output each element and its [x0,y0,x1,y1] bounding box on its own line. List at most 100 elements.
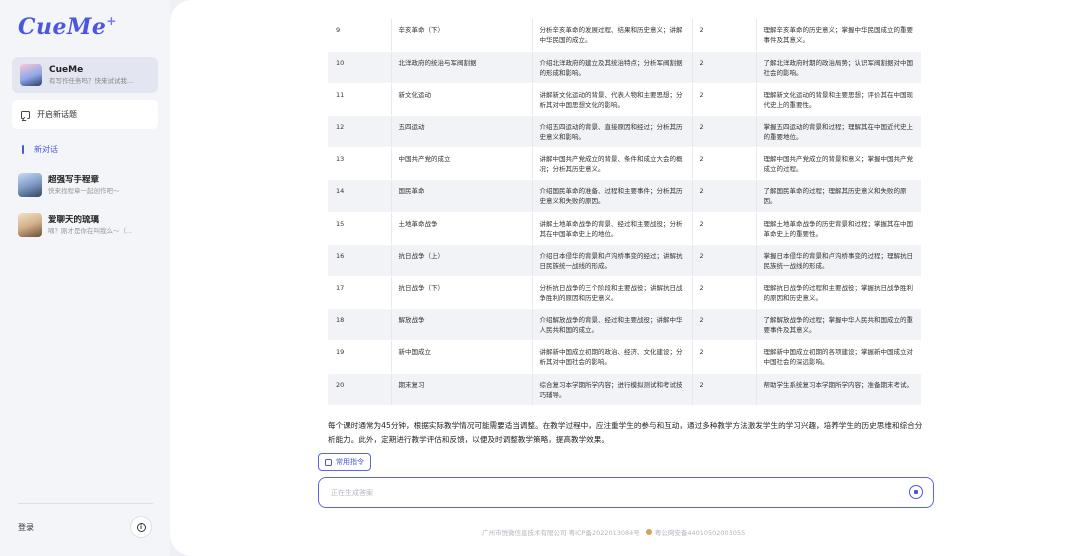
logo-plus-mark: + [106,14,117,28]
table-row: 10 北洋政府的统治与军阀割据 介绍北洋政府的建立及其统治特点；分析军阀割据的形成和… [328,51,921,84]
lesson-goal-cell: 理解中国共产党成立的背景和意义；掌握中国共产党成立的过程。 [755,147,921,181]
main-panel: 9 辛亥革命（下） 分析辛亥革命的发展过程、结果和历史意义；讲解中华民国的成立。 2 理… [170,0,1080,556]
lesson-number-cell: 15 [328,212,391,245]
lesson-hours-cell: 2 [691,340,756,374]
login-link[interactable]: 登录 [18,522,34,533]
message-composer[interactable] [318,477,934,508]
stop-generating-button[interactable] [909,485,923,499]
lesson-title-cell: 北洋政府的统治与军阀割据 [390,51,532,84]
chat-list-item[interactable]: 超强写手程章 快来找程章一起创作吧～ [18,172,163,198]
sidebar: CueMe+ CueMe 有写作任务吗？快来试试我... 开启新话题 新对话 超… [0,0,170,556]
lesson-number-cell: 14 [328,179,391,213]
lesson-number-cell: 9 [328,19,391,52]
lesson-title-cell: 抗日战争（下） [390,276,532,310]
table-row: 19 新中国成立 讲解新中国成立初期的政治、经济、文化建设；分析其对中国社会的影响。… [328,340,921,374]
lesson-hours-cell: 2 [691,308,756,342]
lesson-content-cell: 分析辛亥革命的发展过程、结果和历史意义；讲解中华民国的成立。 [531,19,692,52]
lesson-content-cell: 介绍五四运动的背景、直接原因和经过；分析其历史意义和影响。 [531,115,692,149]
lesson-content-cell: 讲解新中国成立初期的政治、经济、文化建设；分析其对中国社会的影响。 [531,340,692,374]
table-row: 16 抗日战争（上） 介绍日本侵华的背景和卢沟桥事变的经过；讲解抗日民族统一战线的形… [328,244,921,278]
lesson-title-cell: 期末复习 [390,373,532,406]
lesson-hours-cell: 2 [691,179,756,213]
lesson-hours-cell: 2 [691,276,756,310]
new-topic-button[interactable]: 开启新话题 [12,100,158,129]
bot-subtitle: 有写作任务吗？快来试试我... [49,76,134,85]
lesson-content-cell: 介绍北洋政府的建立及其统治特点；分析军阀割据的形成和影响。 [531,51,692,84]
lesson-goal-cell: 了解北洋政府时期的政治局势；认识军阀割据对中国社会的影响。 [755,51,921,84]
lesson-number-cell: 13 [328,147,391,181]
lesson-content-cell: 介绍日本侵华的背景和卢沟桥事变的经过；讲解抗日民族统一战线的形成。 [531,244,692,278]
lesson-number-cell: 17 [328,276,391,310]
table-row: 12 五四运动 介绍五四运动的背景、直接原因和经过；分析其历史意义和影响。 2 掌握五四… [328,115,921,149]
new-chat-item[interactable]: 新对话 [22,144,58,155]
lesson-hours-cell: 2 [691,83,756,117]
chat-bubble-icon [21,110,30,119]
lesson-hours-cell: 2 [691,115,756,149]
lesson-number-cell: 16 [328,244,391,278]
chat-avatar [18,173,42,197]
lesson-goal-cell: 理解辛亥革命的历史意义；掌握中华民国成立的重要事件及其意义。 [755,19,921,52]
current-bot-card[interactable]: CueMe 有写作任务吗？快来试试我... [12,57,158,93]
lesson-goal-cell: 理解新文化运动的背景和主要思想；评价其在中国现代史上的重要性。 [755,83,921,117]
bot-name: CueMe [49,64,84,75]
table-row: 20 期末复习 综合复习本学期所学内容；进行模拟测试和考试技巧辅导。 2 帮助学生系统复… [328,373,921,406]
lesson-goal-cell: 理解抗日战争的过程和主要战役；掌握抗日战争胜利的原因和历史意义。 [755,276,921,310]
footer-company: 广州市悦微信息技术有限公司 [482,529,567,537]
lesson-goal-cell: 理解土地革命战争的历史背景和过程；掌握其在中国革命史上的重要性。 [755,212,921,245]
table-row: 14 国民革命 介绍国民革命的准备、过程和主要事件；分析其历史意义和失败的原因。 2 了… [328,179,921,213]
table-row: 18 解放战争 介绍解放战争的背景、经过和主要战役；讲解中华人民共和国的成立。 2 了解… [328,308,921,342]
lesson-title-cell: 抗日战争（上） [390,244,532,278]
lesson-title-cell: 辛亥革命（下） [390,19,532,52]
lesson-number-cell: 12 [328,115,391,149]
new-topic-label: 开启新话题 [37,110,77,119]
chat-avatar [18,213,42,237]
lesson-goal-cell: 了解国民革命的过程；理解其历史意义和失败的原因。 [755,179,921,213]
lesson-title-cell: 新文化运动 [390,83,532,117]
table-row: 15 土地革命战争 讲解土地革命战争的背景、经过和主要战役；分析其在中国革命史上的地… [328,212,921,245]
lesson-hours-cell: 2 [691,147,756,181]
lesson-content-cell: 讲解新文化运动的背景、代表人物和主要思想；分析其对中国思想文化的影响。 [531,83,692,117]
chat-name: 爱聊天的琉璃 [48,214,100,225]
lesson-number-cell: 20 [328,373,391,406]
lesson-number-cell: 11 [328,83,391,117]
lesson-number-cell: 10 [328,51,391,84]
footer-police[interactable]: 粤公网安备44010502003055 [655,527,745,537]
lesson-goal-cell: 掌握五四运动的背景和过程；理解其在中国近代史上的重要地位。 [755,115,921,149]
common-commands-button[interactable]: 常用指令 [318,453,371,471]
stop-icon [914,490,918,494]
chat-name: 超强写手程章 [48,174,100,185]
table-row: 13 中国共产党的成立 讲解中国共产党成立的背景、条件和成立大会的概况；分析其历史意… [328,147,921,181]
chat-list-item[interactable]: 爱聊天的琉璃 嘀？刚才是你在叫我么～（... [18,212,163,238]
syllabus-table: 9 辛亥革命（下） 分析辛亥革命的发展过程、结果和历史意义；讲解中华民国的成立。 2 理… [328,19,921,406]
lesson-content-cell: 讲解中国共产党成立的背景、条件和成立大会的概况；分析其历史意义。 [531,147,692,181]
lesson-title-cell: 国民革命 [390,179,532,213]
lesson-content-cell: 介绍国民革命的准备、过程和主要事件；分析其历史意义和失败的原因。 [531,179,692,213]
lesson-title-cell: 土地革命战争 [390,212,532,245]
lesson-hours-cell: 2 [691,373,756,406]
lesson-hours-cell: 2 [691,19,756,52]
lesson-goal-cell: 帮助学生系统复习本学期所学内容；准备期末考试。 [755,373,921,406]
lesson-content-cell: 分析抗日战争的三个阶段和主要战役；讲解抗日战争胜利的原因和历史意义。 [531,276,692,310]
lesson-content-cell: 讲解土地革命战争的背景、经过和主要战役；分析其在中国革命史上的地位。 [531,212,692,245]
table-row: 9 辛亥革命（下） 分析辛亥革命的发展过程、结果和历史意义；讲解中华民国的成立。 2 理… [328,19,921,52]
police-badge-icon [645,529,652,535]
app-logo-text: CueMe [18,14,107,40]
command-icon [325,458,332,466]
new-chat-label: 新对话 [34,145,58,154]
lesson-goal-cell: 了解解放战争的过程；掌握中华人民共和国成立的重要事件及其意义。 [755,308,921,342]
footer-icp[interactable]: 粤ICP备2022013084号 [569,527,640,537]
chat-subtitle: 快来找程章一起创作吧～ [48,186,120,195]
message-input[interactable] [331,486,891,500]
footer: 广州市悦微信息技术有限公司 粤ICP备2022013084号 粤公网安备4401… [482,527,745,537]
table-row: 17 抗日战争（下） 分析抗日战争的三个阶段和主要战役；讲解抗日战争胜利的原因和历史… [328,276,921,310]
lesson-hours-cell: 2 [691,244,756,278]
lesson-goal-cell: 理解新中国成立初期的各项建设；掌握新中国成立对中国社会的深远影响。 [755,340,921,374]
app-logo[interactable]: CueMe+ [18,14,117,40]
info-button[interactable]: i [130,516,152,538]
lesson-hours-cell: 2 [691,212,756,245]
chat-subtitle: 嘀？刚才是你在叫我么～（... [48,226,133,235]
info-icon: i [136,522,146,532]
lesson-title-cell: 解放战争 [390,308,532,342]
lesson-number-cell: 18 [328,308,391,342]
common-commands-label: 常用指令 [336,458,364,466]
